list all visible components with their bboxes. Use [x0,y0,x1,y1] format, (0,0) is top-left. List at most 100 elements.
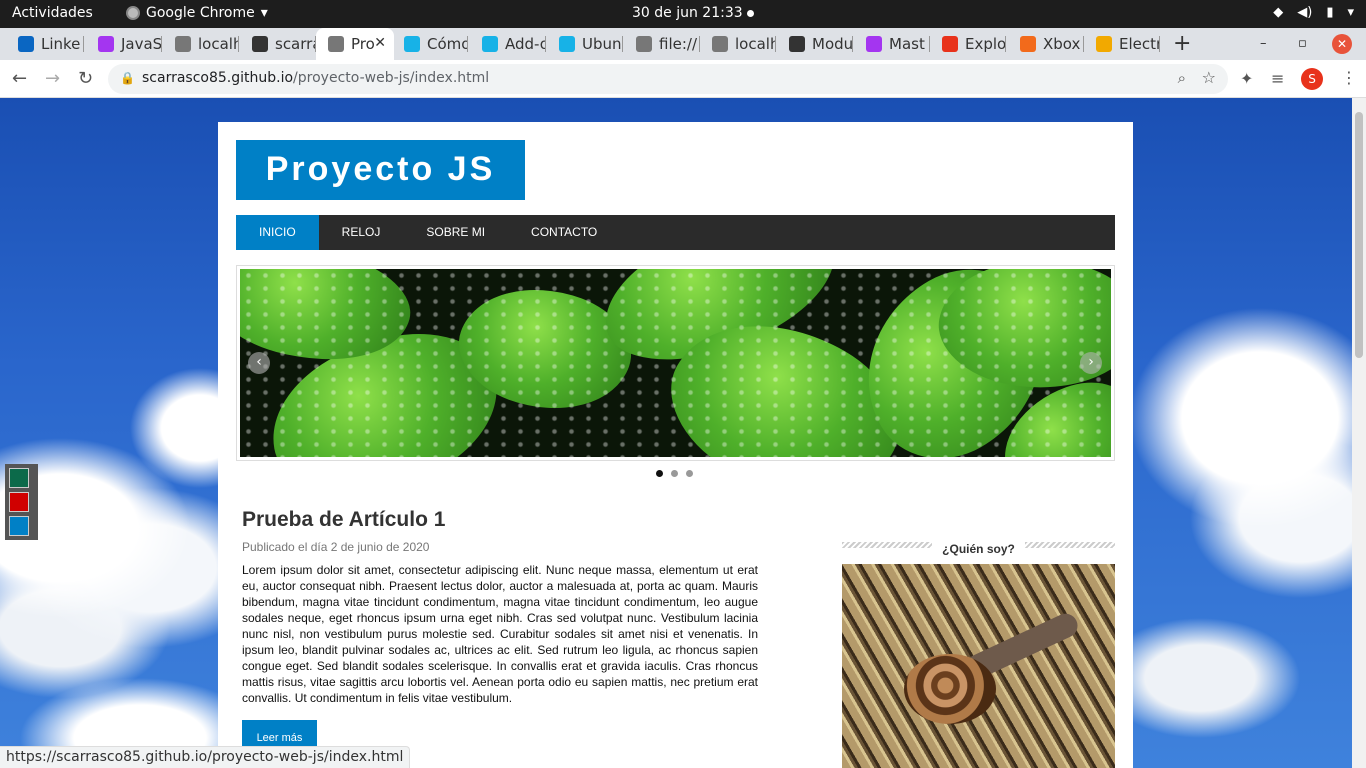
tab-11[interactable]: Modu [777,28,853,60]
minimize-button[interactable]: – [1260,36,1267,51]
kodi-icon [482,36,498,52]
github-icon [789,36,805,52]
tab-label: Add-o [505,35,546,53]
restore-button[interactable]: ▫ [1298,36,1307,51]
menu-item-reloj[interactable]: RELOJ [319,215,404,250]
wifi-icon: ◆ [1273,5,1284,20]
system-tray[interactable]: ◆ ◀) ▮ ▾ [1273,5,1354,20]
sidebar: ¿Quién soy? [842,538,1115,768]
udemy-icon [866,36,882,52]
profile-photo [842,564,1115,768]
article: Prueba de Artículo 1 Publicado el día 2 … [242,508,758,706]
tab-label: Explo [965,35,1006,53]
web-page: Proyecto JS INICIO RELOJ SOBRE MI CONTAC… [0,98,1352,768]
theme-switcher [5,464,38,540]
close-tab-icon[interactable]: ✕ [374,35,386,51]
slider-dot-2[interactable] [671,470,678,477]
article-body: Lorem ipsum dolor sit amet, consectetur … [242,563,758,705]
app-menu[interactable]: Google Chrome ▾ [126,5,268,21]
site-logo[interactable]: Proyecto JS [236,140,525,200]
tab-4[interactable]: scarra [240,28,316,60]
bookmark-star-icon[interactable]: ☆ [1202,68,1216,87]
menu-item-contacto[interactable]: CONTACTO [508,215,620,250]
image-slider: ‹ › [236,265,1115,461]
tab-label: Pro [351,35,375,53]
sidebar-title: ¿Quién soy? [936,542,1021,556]
lock-icon[interactable]: 🔒 [120,71,135,85]
globe-icon [636,36,652,52]
menu-item-sobre-mi[interactable]: SOBRE MI [403,215,508,250]
new-tab-button[interactable]: + [1173,31,1191,56]
github-icon [252,36,268,52]
tab-label: Ubun [582,35,622,53]
tab-1[interactable]: Linke [6,28,84,60]
activities-button[interactable]: Actividades [12,5,93,21]
system-top-bar: Actividades Google Chrome ▾ 30 de jun 21… [0,0,1366,28]
close-window-button[interactable]: ✕ [1332,34,1352,54]
tab-label: scarra [275,35,316,53]
media-control-icon[interactable]: ≡ [1271,69,1284,88]
tab-label: Modu [812,35,853,53]
chrome-icon [126,6,140,20]
slider-image: ‹ › [240,269,1111,457]
zoom-icon[interactable]: ⌕ [1178,69,1186,87]
x-icon [942,36,958,52]
chrome-menu-icon[interactable]: ⋮ [1341,68,1357,87]
tab-9[interactable]: file:// [624,28,700,60]
tab-14[interactable]: Xbox [1008,28,1084,60]
page-scrollbar[interactable] [1352,98,1366,768]
tab-10[interactable]: localh [700,28,776,60]
url-text[interactable]: scarrasco85.github.io/proyecto-web-js/in… [142,70,489,86]
tab-3[interactable]: localh [163,28,239,60]
tab-label: Linke [41,35,81,53]
globe-icon [328,36,344,52]
theme-blue-swatch[interactable] [9,516,29,536]
forward-arrow-icon[interactable]: → [45,68,60,89]
tab-15[interactable]: Electr [1084,28,1160,60]
extensions-puzzle-icon[interactable]: ✦ [1240,69,1253,88]
reload-icon[interactable]: ↻ [78,68,93,89]
app-name: Google Chrome [146,5,255,21]
tab-12[interactable]: Mast [854,28,930,60]
clock[interactable]: 30 de jun 21:33 [632,5,743,21]
menu-item-inicio[interactable]: INICIO [236,215,319,250]
tab-label: JavaS [121,35,162,53]
slider-next-button[interactable]: › [1080,352,1102,374]
scrollbar-thumb[interactable] [1355,112,1363,358]
battery-icon: ▮ [1326,5,1334,20]
bitcoin-icon [1096,36,1112,52]
article-title: Prueba de Artículo 1 [242,508,446,531]
volume-icon: ◀) [1297,5,1313,20]
theme-green-swatch[interactable] [9,468,29,488]
url-host: scarrasco85.github.io [142,70,294,86]
kodi-icon [559,36,575,52]
tab-2[interactable]: JavaS [86,28,162,60]
tab-7[interactable]: Add-o [470,28,546,60]
slider-dot-3[interactable] [686,470,693,477]
status-bubble: https://scarrasco85.github.io/proyecto-w… [0,746,411,768]
tab-8[interactable]: Ubun [547,28,623,60]
profile-avatar[interactable]: S [1301,68,1323,90]
back-arrow-icon[interactable]: ← [12,68,27,89]
sidebar-heading: ¿Quién soy? [842,538,1115,556]
tab-label: Cómo [427,35,468,53]
url-path: /proyecto-web-js/index.html [293,70,490,86]
globe-icon [712,36,728,52]
article-date: Publicado el día 2 de junio de 2020 [242,540,430,554]
slider-dot-1[interactable] [656,470,663,477]
slider-prev-button[interactable]: ‹ [248,352,270,374]
tab-13[interactable]: Explo [930,28,1006,60]
chevron-down-icon: ▾ [1347,5,1354,20]
address-bar[interactable]: 🔒 scarrasco85.github.io/proyecto-web-js/… [108,64,1228,94]
chevron-down-icon: ▾ [260,5,268,21]
tab-strip: LinkeJavaSlocalhscarraPro✕CómoAdd-oUbunf… [0,28,1366,60]
tab-label: Electr [1119,35,1160,53]
browser-toolbar: ← → ↻ 🔒 scarrasco85.github.io/proyecto-w… [0,60,1366,98]
tab-6[interactable]: Cómo [392,28,468,60]
tab-label: Mast [889,35,925,53]
tab-label: Xbox [1043,35,1081,53]
tab-5[interactable]: Pro ✕ [316,28,394,60]
tab-label: localh [735,35,776,53]
theme-red-swatch[interactable] [9,492,29,512]
kodi-icon [404,36,420,52]
